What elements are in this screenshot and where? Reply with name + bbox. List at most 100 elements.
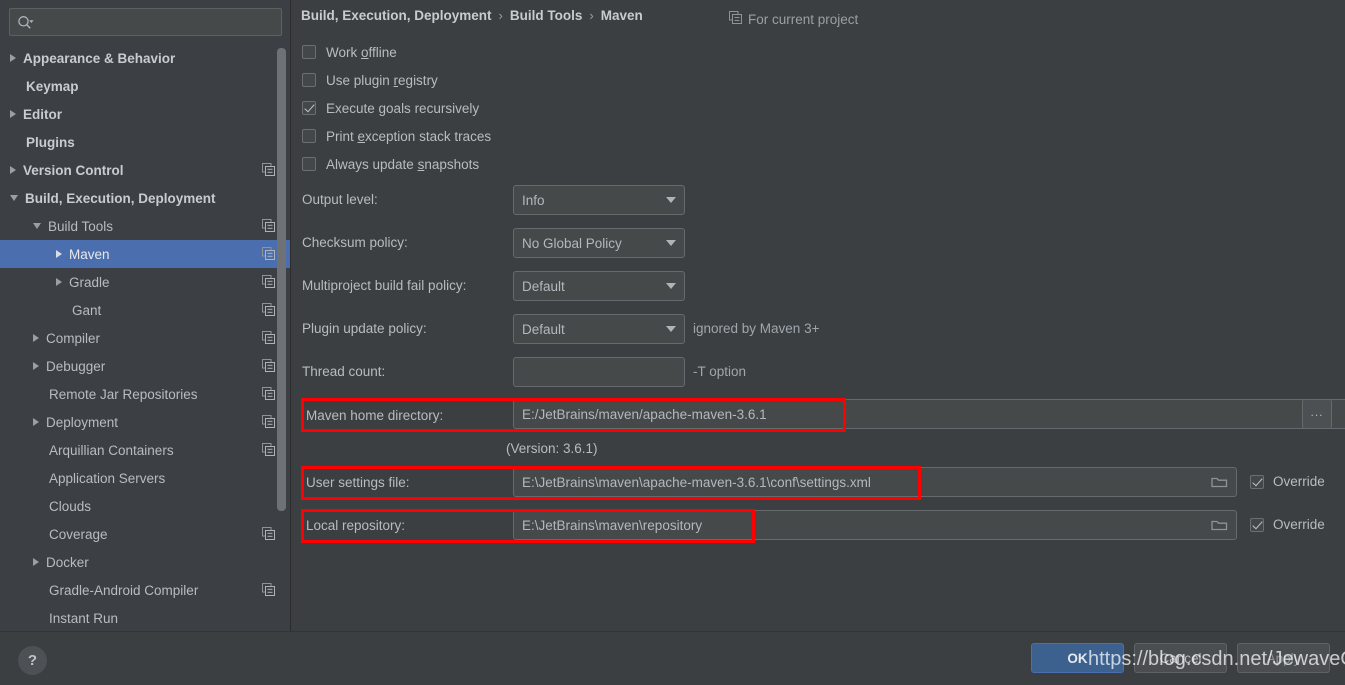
sidebar-item-gant[interactable]: Gant bbox=[0, 296, 290, 324]
expand-arrow-icon[interactable] bbox=[33, 334, 39, 342]
use-plugin-registry-checkbox[interactable] bbox=[302, 73, 316, 87]
expand-arrow-icon[interactable] bbox=[10, 110, 16, 118]
user-settings-override-label: Override bbox=[1273, 474, 1325, 489]
sidebar-item-build-tools[interactable]: Build Tools bbox=[0, 212, 290, 240]
apply-button[interactable]: Apply bbox=[1237, 643, 1330, 673]
expand-arrow-icon[interactable] bbox=[10, 54, 16, 62]
folder-icon[interactable] bbox=[1202, 518, 1236, 532]
search-box[interactable] bbox=[9, 8, 282, 36]
project-scope-icon bbox=[262, 275, 275, 291]
project-scope-icon bbox=[262, 443, 275, 459]
arrow-placeholder bbox=[33, 586, 42, 595]
print-exception-stack-traces-checkbox[interactable] bbox=[302, 129, 316, 143]
sidebar-item-label: Coverage bbox=[49, 526, 108, 542]
local-repository-override[interactable]: Override bbox=[1250, 517, 1325, 532]
work-offline-checkbox[interactable] bbox=[302, 45, 316, 59]
sidebar-item-label: Deployment bbox=[46, 414, 119, 430]
sidebar-item-gradle-android-compiler[interactable]: Gradle-Android Compiler bbox=[0, 576, 290, 604]
expand-arrow-icon[interactable] bbox=[33, 558, 39, 566]
project-scope-icon bbox=[262, 163, 275, 179]
project-scope-icon bbox=[262, 583, 275, 599]
sidebar-item-editor[interactable]: Editor bbox=[0, 100, 290, 128]
search-field-wrapper[interactable] bbox=[9, 8, 282, 36]
sidebar-item-build-execution-deployment[interactable]: Build, Execution, Deployment bbox=[0, 184, 290, 212]
sidebar-item-remote-jar-repositories[interactable]: Remote Jar Repositories bbox=[0, 380, 290, 408]
thread-count-input[interactable] bbox=[513, 357, 685, 387]
search-icon bbox=[10, 15, 40, 30]
multiproject-build-fail-policy-dropdown[interactable]: Default bbox=[513, 271, 685, 301]
sidebar-item-keymap[interactable]: Keymap bbox=[0, 72, 290, 100]
always-update-snapshots-checkbox[interactable] bbox=[302, 157, 316, 171]
chevron-down-icon bbox=[666, 283, 676, 289]
project-scope-icon bbox=[262, 527, 275, 543]
user-settings-file-value[interactable]: E:\JetBrains\maven\apache-maven-3.6.1\co… bbox=[514, 475, 1202, 490]
maven-home-browse-button[interactable]: ... bbox=[1302, 399, 1332, 429]
sidebar-item-arquillian-containers[interactable]: Arquillian Containers bbox=[0, 436, 290, 464]
checksum-policy-dropdown[interactable]: No Global Policy bbox=[513, 228, 685, 258]
help-button[interactable]: ? bbox=[18, 646, 47, 675]
sidebar-item-label: Compiler bbox=[46, 330, 101, 346]
local-repository-input[interactable]: E:\JetBrains\maven\repository bbox=[513, 510, 1237, 540]
thread-count-label: Thread count: bbox=[302, 364, 386, 379]
work-offline-label: Work offline bbox=[326, 44, 397, 60]
checkbox-row-print-exception-stack-traces[interactable]: Print exception stack traces bbox=[302, 126, 491, 146]
checkbox-row-work-offline[interactable]: Work offline bbox=[302, 42, 397, 62]
sidebar-item-clouds[interactable]: Clouds bbox=[0, 492, 290, 520]
arrow-placeholder bbox=[56, 306, 65, 315]
print-exception-stack-traces-label: Print exception stack traces bbox=[326, 128, 492, 144]
sidebar-scrollbar-thumb[interactable] bbox=[277, 48, 286, 511]
checkbox-row-always-update-snapshots[interactable]: Always update snapshots bbox=[302, 154, 479, 174]
breadcrumb-item-1[interactable]: Build Tools bbox=[510, 8, 583, 23]
sidebar-item-label: Maven bbox=[69, 246, 110, 262]
collapse-arrow-icon[interactable] bbox=[33, 223, 41, 229]
arrow-placeholder bbox=[33, 474, 42, 483]
sidebar-item-docker[interactable]: Docker bbox=[0, 548, 290, 576]
sidebar-item-label: Instant Run bbox=[49, 610, 119, 626]
folder-icon[interactable] bbox=[1202, 475, 1236, 489]
checkbox-row-use-plugin-registry[interactable]: Use plugin registry bbox=[302, 70, 438, 90]
ok-button-label: OK bbox=[1067, 650, 1088, 666]
plugin-update-policy-dropdown[interactable]: Default bbox=[513, 314, 685, 344]
maven-home-directory-value[interactable]: E:/JetBrains/maven/apache-maven-3.6.1 bbox=[514, 400, 1345, 428]
ok-button[interactable]: OK bbox=[1031, 643, 1124, 673]
user-settings-override-checkbox[interactable] bbox=[1250, 474, 1264, 489]
breadcrumb-item-2[interactable]: Maven bbox=[601, 8, 643, 23]
expand-arrow-icon[interactable] bbox=[33, 418, 39, 426]
expand-arrow-icon[interactable] bbox=[56, 250, 62, 258]
local-repository-override-label: Override bbox=[1273, 517, 1325, 532]
user-settings-file-label: User settings file: bbox=[306, 475, 410, 490]
sidebar-item-gradle[interactable]: Gradle bbox=[0, 268, 290, 296]
output-level-dropdown[interactable]: Info bbox=[513, 185, 685, 215]
execute-goals-recursively-checkbox[interactable] bbox=[302, 101, 316, 115]
always-update-snapshots-label: Always update snapshots bbox=[326, 156, 480, 172]
sidebar-item-compiler[interactable]: Compiler bbox=[0, 324, 290, 352]
settings-tree[interactable]: Appearance & Behavior Keymap Editor Plugins… bbox=[0, 44, 290, 631]
sidebar-item-instant-run[interactable]: Instant Run bbox=[0, 604, 290, 631]
cancel-button-label: Cancel bbox=[1159, 650, 1202, 666]
local-repository-value[interactable]: E:\JetBrains\maven\repository bbox=[514, 518, 1202, 533]
expand-arrow-icon[interactable] bbox=[10, 166, 16, 174]
checkbox-row-execute-goals-recursively[interactable]: Execute goals recursively bbox=[302, 98, 479, 118]
sidebar-item-version-control[interactable]: Version Control bbox=[0, 156, 290, 184]
local-repository-override-checkbox[interactable] bbox=[1250, 517, 1264, 532]
sidebar-item-application-servers[interactable]: Application Servers bbox=[0, 464, 290, 492]
expand-arrow-icon[interactable] bbox=[56, 278, 62, 286]
user-settings-file-input[interactable]: E:\JetBrains\maven\apache-maven-3.6.1\co… bbox=[513, 467, 1237, 497]
user-settings-override[interactable]: Override bbox=[1250, 474, 1325, 489]
breadcrumb-item-0[interactable]: Build, Execution, Deployment bbox=[301, 8, 492, 23]
sidebar-item-deployment[interactable]: Deployment bbox=[0, 408, 290, 436]
arrow-placeholder bbox=[33, 446, 42, 455]
sidebar-item-maven[interactable]: Maven bbox=[0, 240, 290, 268]
sidebar-item-label: Keymap bbox=[26, 78, 79, 94]
cancel-button[interactable]: Cancel bbox=[1134, 643, 1227, 673]
arrow-placeholder bbox=[33, 390, 42, 399]
sidebar-item-appearance-behavior[interactable]: Appearance & Behavior bbox=[0, 44, 290, 72]
expand-arrow-icon[interactable] bbox=[33, 362, 39, 370]
sidebar-item-coverage[interactable]: Coverage bbox=[0, 520, 290, 548]
sidebar-item-plugins[interactable]: Plugins bbox=[0, 128, 290, 156]
sidebar-item-label: Gradle-Android Compiler bbox=[49, 582, 199, 598]
search-input[interactable] bbox=[40, 9, 281, 35]
sidebar-item-debugger[interactable]: Debugger bbox=[0, 352, 290, 380]
maven-home-directory-combobox[interactable]: E:/JetBrains/maven/apache-maven-3.6.1 bbox=[513, 399, 1345, 429]
collapse-arrow-icon[interactable] bbox=[10, 195, 18, 201]
